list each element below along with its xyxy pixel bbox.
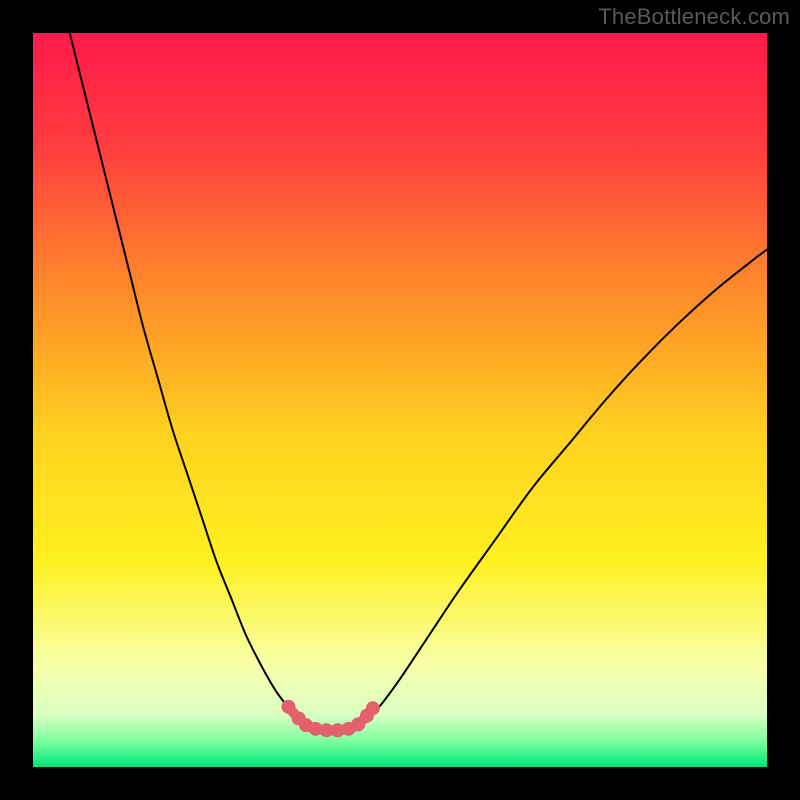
valley-marker-dot: [281, 700, 295, 714]
valley-markers-dots: [281, 700, 379, 737]
plot-area: [33, 33, 767, 767]
outer-black-frame: TheBottleneck.com: [0, 0, 800, 800]
right-curve: [363, 250, 767, 721]
left-curve: [70, 33, 305, 721]
valley-marker-dot: [366, 701, 380, 715]
curve-layer: [33, 33, 767, 767]
watermark-text: TheBottleneck.com: [598, 4, 790, 30]
